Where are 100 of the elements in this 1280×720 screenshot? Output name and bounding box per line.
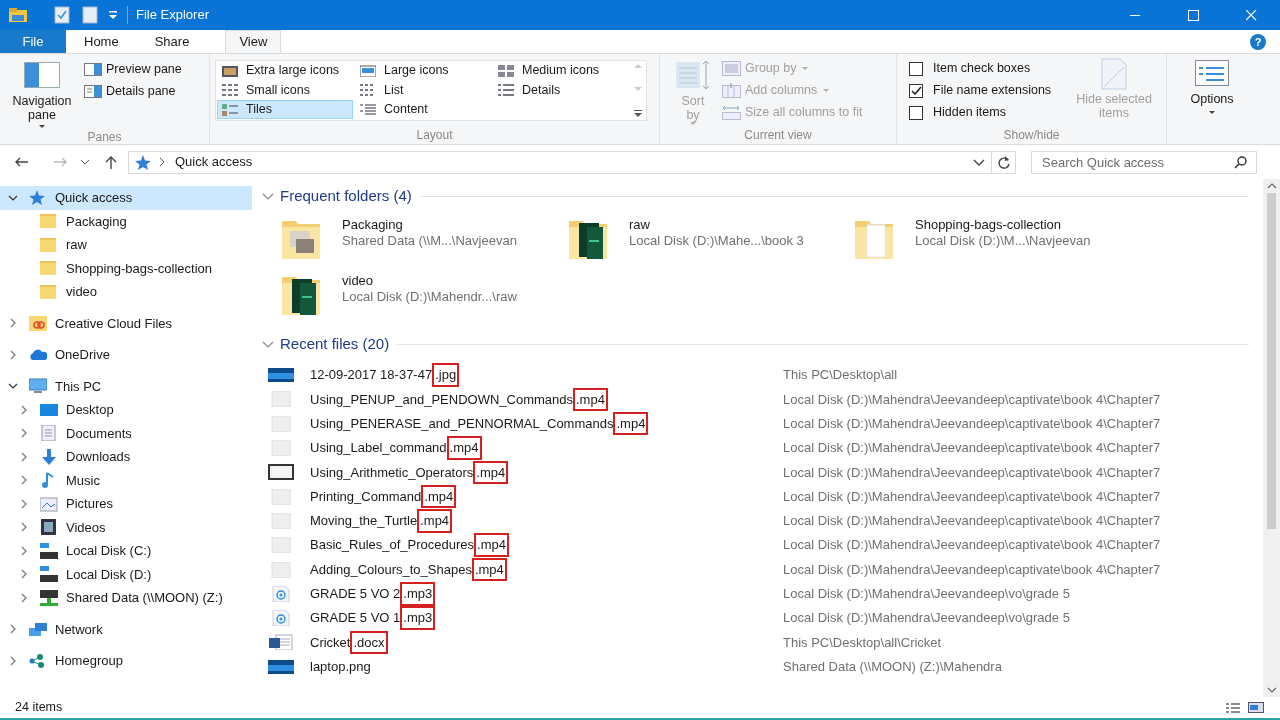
- file-row[interactable]: GRADE 5 VO 2 .mp3 Local Disk (D:)\Mahendra\Jeevandeep\vo\grade 5: [262, 581, 1249, 606]
- file-icon: [268, 512, 294, 529]
- ribbon-tab[interactable]: Share: [136, 30, 208, 53]
- checkbox[interactable]: [909, 83, 923, 98]
- chevron-down-icon: [262, 192, 274, 200]
- file-row[interactable]: Cricket .docx This PC\Desktop\all\Cricket: [262, 630, 1249, 655]
- folder-icon: [40, 213, 58, 230]
- sidebar-item[interactable]: Desktop: [0, 398, 252, 422]
- file-row[interactable]: Using_Arithmetic_Operators .mp4 Local Disk (D:)\Mahendra\Jeevandeep\captivate\book 4\Chapter7: [262, 460, 1249, 485]
- file-tab[interactable]: File: [0, 30, 66, 53]
- breadcrumb-separator-icon: [159, 157, 165, 167]
- layout-option[interactable]: Details: [493, 80, 629, 100]
- navigation-pane-button[interactable]: Navigation pane: [0, 54, 84, 128]
- columns-icon: [722, 83, 741, 98]
- fit-icon: [722, 105, 741, 120]
- sidebar-item[interactable]: Shared Data (\\MOON) (Z:): [0, 586, 252, 610]
- layout-option[interactable]: Large icons: [355, 61, 491, 80]
- checkbox[interactable]: [909, 105, 923, 120]
- sidebar-item[interactable]: raw: [0, 233, 252, 257]
- file-row[interactable]: 12-09-2017 18-37-47 .jpg This PC\Desktop\all: [262, 363, 1249, 388]
- file-row[interactable]: laptop.png Shared Data (\\MOON) (Z:)\Mahendra: [262, 654, 1249, 679]
- file-row[interactable]: GRADE 5 VO 1 .mp3 Local Disk (D:)\Mahendra\Jeevandeep\vo\grade 5: [262, 605, 1249, 631]
- recent-locations-icon: [80, 159, 90, 165]
- search-field[interactable]: Search Quick access: [1031, 150, 1257, 174]
- checkbox-option[interactable]: Item check boxes: [909, 59, 1052, 78]
- file-icon: [268, 391, 294, 408]
- sidebar-item[interactable]: This PC: [0, 374, 252, 398]
- checkbox[interactable]: [909, 61, 923, 76]
- sidebar-item[interactable]: Documents: [0, 421, 252, 445]
- layout-option[interactable]: Content: [355, 100, 491, 120]
- customize-toolbar-icon: [109, 11, 117, 19]
- sidebar-item[interactable]: Music: [0, 468, 252, 492]
- sidebar-item[interactable]: Packaging: [0, 209, 252, 233]
- star-icon: [135, 154, 151, 170]
- file-icon: [268, 440, 294, 457]
- small-view-icon: [222, 84, 238, 97]
- pane-button[interactable]: Details pane: [84, 82, 182, 101]
- layout-option[interactable]: Medium icons: [493, 61, 629, 80]
- large-view-icon: [360, 64, 376, 77]
- file-row[interactable]: Adding_Colours_to_Shapes .mp4 Local Disk (D:)\Mahendra\Jeevandeep\captivate\book 4\Chapter7: [262, 557, 1249, 582]
- network-icon: [29, 621, 47, 638]
- tiles-view-icon: [1248, 702, 1264, 713]
- pane-button[interactable]: Preview pane: [84, 60, 182, 79]
- list-view-icon: [360, 84, 376, 97]
- sidebar-item[interactable]: Network: [0, 617, 252, 641]
- sidebar-item[interactable]: Creative Cloud Files: [0, 311, 252, 335]
- folder-tile[interactable]: video Local Disk (D:)\Mahendr...\raw: [282, 273, 517, 317]
- sidebar-item[interactable]: video: [0, 280, 252, 304]
- sidebar-item[interactable]: Pictures: [0, 492, 252, 516]
- scrollbar[interactable]: [1263, 179, 1280, 697]
- checkbox-option[interactable]: Hidden items: [909, 103, 1052, 122]
- address-bar[interactable]: Quick access: [128, 150, 992, 174]
- file-row[interactable]: Basic_Rules_of_Procedures .mp4 Local Disk (D:)\Mahendra\Jeevandeep\captivate\book 4\Chapter7: [262, 533, 1249, 558]
- drive-icon: [40, 542, 58, 559]
- sidebar-item[interactable]: OneDrive: [0, 343, 252, 367]
- layout-option[interactable]: Extra large icons: [217, 61, 353, 80]
- checkbox-option[interactable]: File name extensions: [909, 81, 1052, 100]
- group-label: Current view: [743, 127, 813, 144]
- refresh-button[interactable]: [992, 150, 1016, 174]
- section-header[interactable]: Frequent folders (4): [280, 184, 412, 208]
- folder-icon: [40, 283, 58, 300]
- preview-pane-icon: [84, 63, 102, 76]
- folder-tile[interactable]: Shopping-bags-collection Local Disk (D:)\M...\Navjeevan: [855, 217, 1091, 261]
- scroll-thumb[interactable]: [1267, 193, 1276, 529]
- hide-page-icon: [1100, 58, 1128, 90]
- folder-tile[interactable]: raw Local Disk (D:)\Mahe...\book 3: [569, 217, 804, 261]
- content-view-icon: [360, 103, 376, 116]
- image-icon: [268, 658, 294, 675]
- sort-icon: [676, 60, 710, 90]
- help-button[interactable]: ?: [1250, 34, 1266, 50]
- ribbon-tab[interactable]: Home: [66, 30, 137, 53]
- section-header[interactable]: Recent files (20): [280, 332, 390, 356]
- details-view-button[interactable]: [1226, 702, 1240, 713]
- maximize-icon: [1187, 9, 1199, 21]
- sidebar-item[interactable]: Quick access: [0, 186, 252, 210]
- item-count: 24 items: [15, 699, 63, 717]
- options-button[interactable]: Options: [1177, 54, 1247, 126]
- layout-option[interactable]: Small icons: [217, 80, 353, 100]
- details-view-icon: [1226, 702, 1240, 713]
- properties-icon: [54, 6, 70, 24]
- medium-view-icon: [498, 64, 514, 77]
- sidebar-item[interactable]: Shopping-bags-collection: [0, 256, 252, 280]
- address-location[interactable]: Quick access: [175, 152, 253, 172]
- layout-option[interactable]: List: [355, 80, 491, 100]
- ribbon-tab[interactable]: View: [225, 30, 282, 53]
- sidebar-item[interactable]: Local Disk (C:): [0, 539, 252, 563]
- file-row[interactable]: Using_PENERASE_and_PENNORMAL_Commands .mp4 Local Disk (D:)\Mahendra\Jeevandeep\captivate\book 4\Chapter7: [262, 411, 1249, 436]
- folder-icon: [40, 236, 58, 253]
- file-row[interactable]: Using_Label_command .mp4 Local Disk (D:)\Mahendra\Jeevandeep\captivate\book 4\Chapter7: [262, 435, 1249, 461]
- folder-tile[interactable]: Packaging Shared Data (\\M...\Navjeevan: [282, 217, 517, 261]
- file-row[interactable]: Printing_Command .mp4 Local Disk (D:)\Mahendra\Jeevandeep\captivate\book 4\Chapter7: [262, 484, 1249, 509]
- details-pane-icon: [84, 85, 102, 98]
- sidebar-item[interactable]: Downloads: [0, 445, 252, 469]
- file-row[interactable]: Using_PENUP_and_PENDOWN_Commands .mp4 Local Disk (D:)\Mahendra\Jeevandeep\captivate\book 4\Chapter7: [262, 387, 1249, 412]
- file-row[interactable]: Moving_the_Turtle .mp4 Local Disk (D:)\Mahendra\Jeevandeep\captivate\book 4\Chapter7: [262, 508, 1249, 534]
- sidebar-item[interactable]: Homegroup: [0, 649, 252, 673]
- tiles-view-button[interactable]: [1248, 702, 1264, 713]
- layout-option[interactable]: Tiles: [217, 100, 353, 120]
- sidebar-item[interactable]: Videos: [0, 515, 252, 539]
- sidebar-item[interactable]: Local Disk (D:): [0, 562, 252, 586]
